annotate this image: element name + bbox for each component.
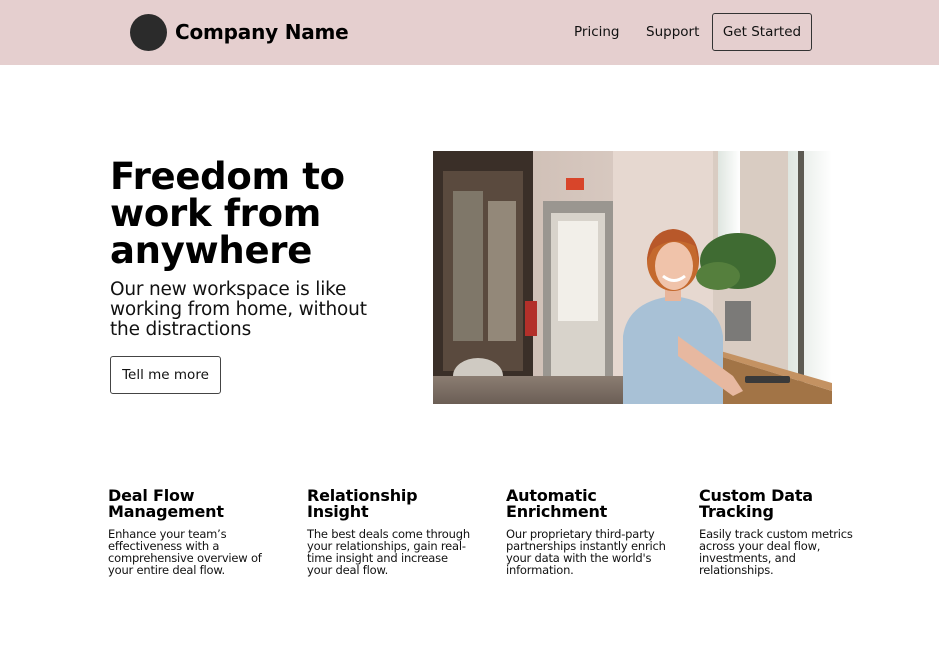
nav-link-pricing[interactable]: Pricing: [574, 24, 620, 40]
site-header: Company Name Pricing Support Get Started: [0, 0, 939, 65]
company-logo-icon[interactable]: [130, 14, 167, 51]
feature-description: Enhance your team’s effectiveness with a…: [108, 527, 262, 577]
feature-description: The best deals come through your relatio…: [307, 527, 470, 577]
feature-automatic-enrichment: Automatic Enrichment Our proprietary thi…: [506, 486, 671, 577]
hero-title: Freedom to work from anywhere: [110, 155, 345, 272]
company-name[interactable]: Company Name: [175, 20, 349, 44]
get-started-button[interactable]: Get Started: [712, 13, 812, 51]
feature-title: Relationship Insight: [307, 486, 418, 521]
feature-relationship-insight: Relationship Insight The best deals come…: [307, 486, 472, 577]
hero-subtitle: Our new workspace is like working from h…: [110, 279, 367, 340]
nav-link-support[interactable]: Support: [646, 24, 699, 40]
feature-description: Our proprietary third-party partnerships…: [506, 527, 666, 577]
feature-title: Automatic Enrichment: [506, 486, 608, 521]
feature-description: Easily track custom metrics across your …: [699, 527, 853, 577]
feature-title: Deal Flow Management: [108, 486, 224, 521]
tell-me-more-button[interactable]: Tell me more: [110, 356, 221, 394]
feature-deal-flow: Deal Flow Management Enhance your team’s…: [108, 486, 278, 577]
feature-custom-data-tracking: Custom Data Tracking Easily track custom…: [699, 486, 869, 577]
hero-image: [433, 151, 832, 404]
feature-title: Custom Data Tracking: [699, 486, 813, 521]
